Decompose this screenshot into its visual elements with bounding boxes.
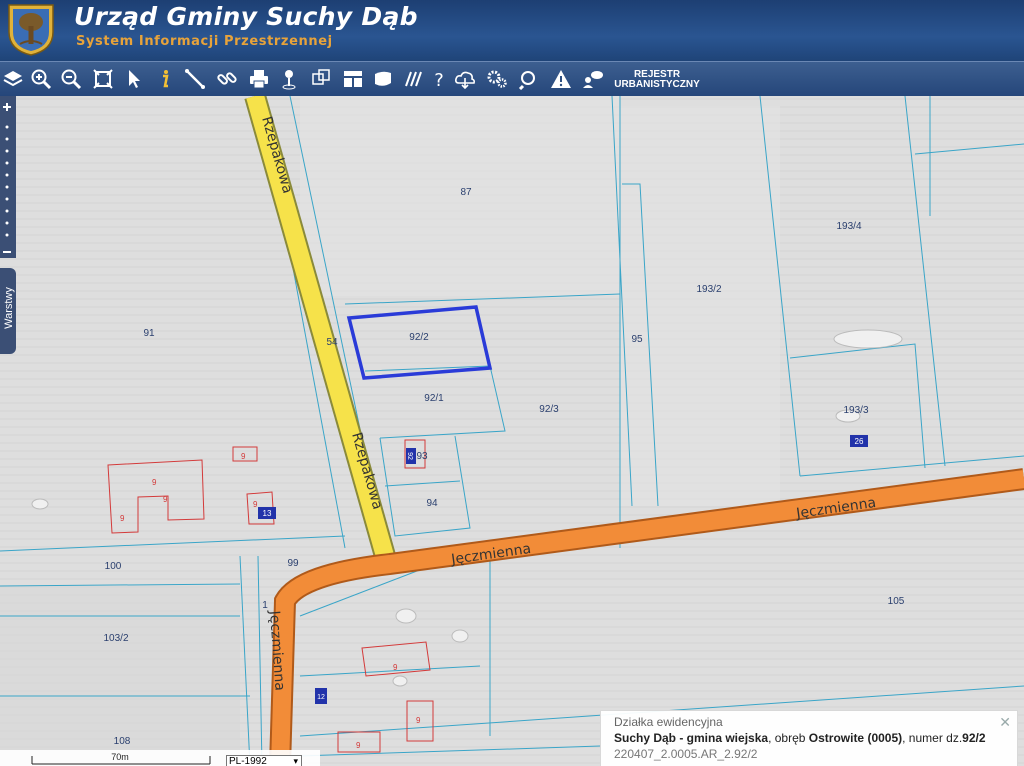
cloud-download-icon[interactable] [452,66,478,92]
info-sep2: , numer dz. [902,731,963,745]
map-canvas[interactable]: 9 9 9 9 9 9 9 9 13 26 92 12 87 91 92/2 9… [0,96,1024,766]
select-pointer-icon[interactable] [122,66,148,92]
parcel-label: 92/1 [424,393,444,404]
parcel-label: 54 [326,337,338,348]
building-label: 9 [152,478,157,487]
help-icon[interactable]: ? [426,66,452,92]
user-comment-icon[interactable] [580,66,606,92]
link-icon[interactable] [214,66,240,92]
parcel-label: 100 [105,561,122,572]
parcel-label: 95 [631,334,643,345]
parcel-label: 92/3 [539,404,559,415]
crs-value: PL-1992 [229,756,267,766]
layers-icon[interactable] [0,66,26,92]
layout-icon[interactable] [340,66,366,92]
full-extent-icon[interactable] [90,66,116,92]
parcel-label: 103/2 [103,633,128,644]
chevron-down-icon: ▾ [293,756,298,766]
info-parcel-id: 220407_2.0005.AR_2.92/2 [614,747,758,761]
settings-gears-icon[interactable] [484,66,510,92]
urban-registry-label-2: URBANISTYCZNY [614,79,700,90]
svg-text:?: ? [434,70,444,90]
info-municipality: Suchy Dąb - gmina wiejska [614,731,769,745]
map-toolbar: ? REJESTR URBANISTYCZNY [0,61,1024,96]
measure-distance-icon[interactable] [182,66,208,92]
parcel-label: 93 [416,451,428,462]
app-header: Urząd Gminy Suchy Dąb System Informacji … [0,0,1024,61]
crs-select[interactable]: PL-1992 ▾ [226,755,302,766]
building-label: 9 [163,495,168,504]
info-icon[interactable] [152,66,178,92]
info-parcel-number: 92/2 [962,731,986,745]
app-subtitle: System Informacji Przestrzennej [76,34,333,49]
coordinates-icon[interactable] [308,66,334,92]
parcel-info-popup: Działka ewidencyjna Suchy Dąb - gmina wi… [600,710,1018,766]
hatch-icon[interactable] [400,66,426,92]
info-heading: Działka ewidencyjna [614,715,723,729]
layers-panel-tab[interactable]: Warstwy [0,268,16,354]
address-number: 92 [406,452,413,460]
locate-pin-icon[interactable] [276,66,302,92]
close-icon[interactable]: ✕ [999,714,1011,731]
warning-sign-icon[interactable] [548,66,574,92]
parcel-label: 108 [114,736,131,747]
building-label: 9 [416,716,421,725]
address-number: 26 [855,437,864,446]
building-label: 9 [241,452,246,461]
zoom-out-icon[interactable] [58,66,84,92]
app-title: Urząd Gminy Suchy Dąb [74,2,418,31]
zoom-slider[interactable] [0,96,16,258]
search-icon[interactable] [516,66,542,92]
zoom-in-icon[interactable] [28,66,54,92]
parcel-label: 92/2 [409,332,429,343]
address-number: 12 [317,694,325,701]
info-sep1: , obręb [768,731,809,745]
parcel-label: 193/3 [843,405,868,416]
building-label: 9 [120,514,125,523]
parcel-label: 193/4 [836,221,861,232]
parcel-label: 105 [888,596,905,607]
parcel-label: 87 [460,187,472,198]
parcel-label: 99 [287,558,299,569]
info-precinct: Ostrowite (0005) [808,731,903,745]
urban-registry-button[interactable]: REJESTR URBANISTYCZNY [612,70,702,90]
coat-of-arms-logo [8,4,54,56]
layers-tab-label: Warstwy [3,287,15,329]
parcel-label: 193/2 [696,284,721,295]
print-icon[interactable] [246,66,272,92]
address-number: 13 [263,509,272,518]
building-label: 9 [356,741,361,750]
scale-label: 70m [111,752,129,762]
map-application: Urząd Gminy Suchy Dąb System Informacji … [0,0,1024,766]
building-label: 9 [253,500,258,509]
info-description: Suchy Dąb - gmina wiejska, obręb Ostrowi… [614,731,1017,745]
parcel-label: 94 [426,498,438,509]
parcel-label: 91 [143,328,155,339]
draw-polygon-icon[interactable] [370,66,396,92]
building-label: 9 [393,663,398,672]
parcel-label: 1 [262,600,268,611]
